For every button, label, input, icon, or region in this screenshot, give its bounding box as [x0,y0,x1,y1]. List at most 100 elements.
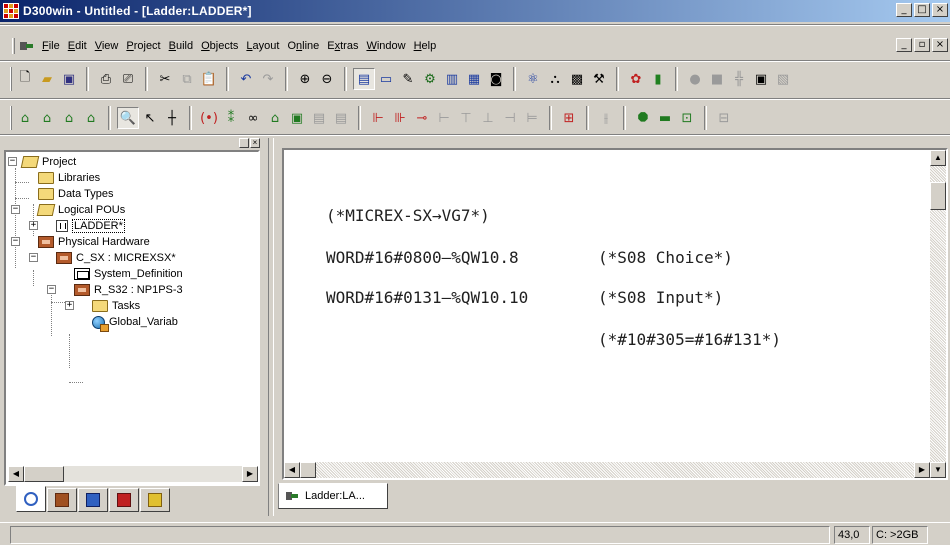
redo-icon[interactable]: ↷ [257,68,279,90]
tree-horizontal-scrollbar[interactable]: ◀ ▶ [8,466,258,482]
editor-vertical-scrollbar[interactable]: ▲ ▼ [930,150,946,478]
menu-file[interactable]: File [40,40,66,52]
scroll-thumb[interactable] [24,466,64,482]
project-tree-icon[interactable]: ▤ [353,68,375,90]
splitter[interactable] [268,138,274,516]
menu-help[interactable]: Help [412,40,443,52]
editor-tab-ladder[interactable]: Ladder:LA... [278,483,388,509]
library-icon[interactable]: ▥ [441,68,463,90]
zoom-select-icon[interactable]: 🔍 [117,107,139,129]
overview-icon[interactable]: ▧ [772,68,794,90]
zoom-out-icon[interactable]: ⊖ [316,68,338,90]
make-icon[interactable]: ⚛ [522,68,544,90]
undo-icon[interactable]: ↶ [235,68,257,90]
negated-contact-icon[interactable]: ⊸ [411,107,433,129]
instance-tab-icon[interactable] [109,488,139,512]
tree-node-libraries[interactable]: Libraries [26,170,100,186]
menu-view[interactable]: View [93,40,125,52]
gray-contact-4-icon[interactable]: ⊣ [499,107,521,129]
parallel-contact-icon[interactable]: ⊩ [367,107,389,129]
project-tree-tab-icon[interactable] [16,486,46,512]
collapse-icon[interactable]: − [8,157,17,166]
code-line-1[interactable]: WORD#16#0800—%QW10.8 [326,248,519,267]
gray-block-1-icon[interactable]: ▤ [308,107,330,129]
variable-icon[interactable]: ⌂ [36,107,58,129]
network-icon[interactable]: ■ [706,68,728,90]
menu-layout[interactable]: Layout [244,40,285,52]
tree-node-configuration[interactable]: − C_SX : MICREXSX* [26,250,176,266]
tree-node-tasks[interactable]: + Tasks [62,298,140,314]
open-folder-icon[interactable]: ▰ [36,68,58,90]
toolbar-grip[interactable] [10,106,12,130]
compile-icon[interactable]: ◙ [485,68,507,90]
child-minimize-button[interactable]: _ [896,38,912,52]
cross-reference-icon[interactable]: ✎ [397,68,419,90]
tree-close-button[interactable]: × [250,138,260,148]
collapse-icon[interactable]: − [47,285,56,294]
gray-block-2-icon[interactable]: ▤ [330,107,352,129]
tree-node-physical-hardware[interactable]: − Physical Hardware [8,234,150,250]
label-icon[interactable]: ⊡ [676,107,698,129]
collapse-icon[interactable]: − [11,237,20,246]
code-comment-1[interactable]: (*S08 Choice*) [598,248,733,267]
fb-icon[interactable]: ⌂ [264,107,286,129]
settings-icon[interactable]: ⚒ [588,68,610,90]
code-comment-3[interactable]: (*#10#305=#16#131*) [598,330,781,349]
tree-node-ladder[interactable]: + LADDER* [26,218,125,234]
scroll-down-button[interactable]: ▼ [930,462,946,478]
gray-contact-2-icon[interactable]: ⊤ [455,107,477,129]
scroll-left-button[interactable]: ◀ [284,462,300,478]
code-comment-2[interactable]: (*S08 Input*) [598,288,723,307]
new-file-icon[interactable]: 🗋 [14,68,36,90]
menu-edit[interactable]: Edit [66,40,93,52]
scroll-thumb[interactable] [930,182,946,210]
network-comment-icon[interactable]: ⊞ [558,107,580,129]
block-icon[interactable]: ▣ [286,107,308,129]
menu-objects[interactable]: Objects [199,40,244,52]
datatype-icon[interactable]: ⌂ [58,107,80,129]
menu-grip[interactable] [12,38,15,54]
link-icon[interactable]: ∞ [242,107,264,129]
display-icon[interactable]: ▣ [750,68,772,90]
print-preview-icon[interactable]: ⎙ [95,68,117,90]
scroll-right-button[interactable]: ▶ [242,466,258,482]
coil-icon[interactable]: ⁑ [220,107,242,129]
library-item-icon[interactable]: ⌂ [80,107,102,129]
gray-contact-3-icon[interactable]: ⊥ [477,107,499,129]
menu-online[interactable]: Online [285,40,325,52]
ladder-editor[interactable]: (*MICREX-SX→VG7*) WORD#16#0800—%QW10.8 (… [282,148,948,480]
app-icon[interactable] [3,3,19,19]
copy-icon[interactable]: ⧉ [176,68,198,90]
gray-jump-icon[interactable]: ⫲ [595,107,617,129]
line-icon[interactable]: ┼ [161,107,183,129]
stop-icon[interactable]: ● [684,68,706,90]
project-tree[interactable]: − Project Libraries Data Types − Logical… [4,150,260,486]
return-icon[interactable]: ▬ [654,107,676,129]
tree-node-resource[interactable]: − R_S32 : NP1PS-3 [44,282,183,298]
gray-contact-1-icon[interactable]: ⊢ [433,107,455,129]
cut-icon[interactable]: ✂ [154,68,176,90]
editor-horizontal-scrollbar[interactable]: ◀ ▶ [284,462,930,478]
instance-tree-icon[interactable]: ⚙ [419,68,441,90]
tree-node-system-definition[interactable]: System_Definition [62,266,183,282]
scroll-right-button[interactable]: ▶ [914,462,930,478]
pou-icon[interactable]: ⌂ [14,107,36,129]
title-bar[interactable]: D300win - Untitled - [Ladder:LADDER*] _ … [0,0,950,22]
watch-icon[interactable]: ▦ [463,68,485,90]
tree-header[interactable]: × [4,138,262,150]
menu-window[interactable]: Window [364,40,411,52]
child-close-button[interactable]: × [932,38,948,52]
collapse-icon[interactable]: − [29,253,38,262]
expand-icon[interactable]: + [29,221,38,230]
maximize-button[interactable]: □ [914,3,930,17]
debug-icon[interactable]: ▩ [566,68,588,90]
child-restore-button[interactable]: ▫ [914,38,930,52]
jump-icon[interactable]: ⯃ [632,107,654,129]
paste-icon[interactable]: 📋 [198,68,220,90]
resource-icon[interactable]: ✿ [625,68,647,90]
scroll-thumb[interactable] [300,462,316,478]
menu-extras[interactable]: Extras [325,40,364,52]
save-icon[interactable]: ▣ [58,68,80,90]
tree-node-logical-pous[interactable]: − Logical POUs [8,202,125,218]
code-line-header[interactable]: (*MICREX-SX→VG7*) [326,206,490,225]
